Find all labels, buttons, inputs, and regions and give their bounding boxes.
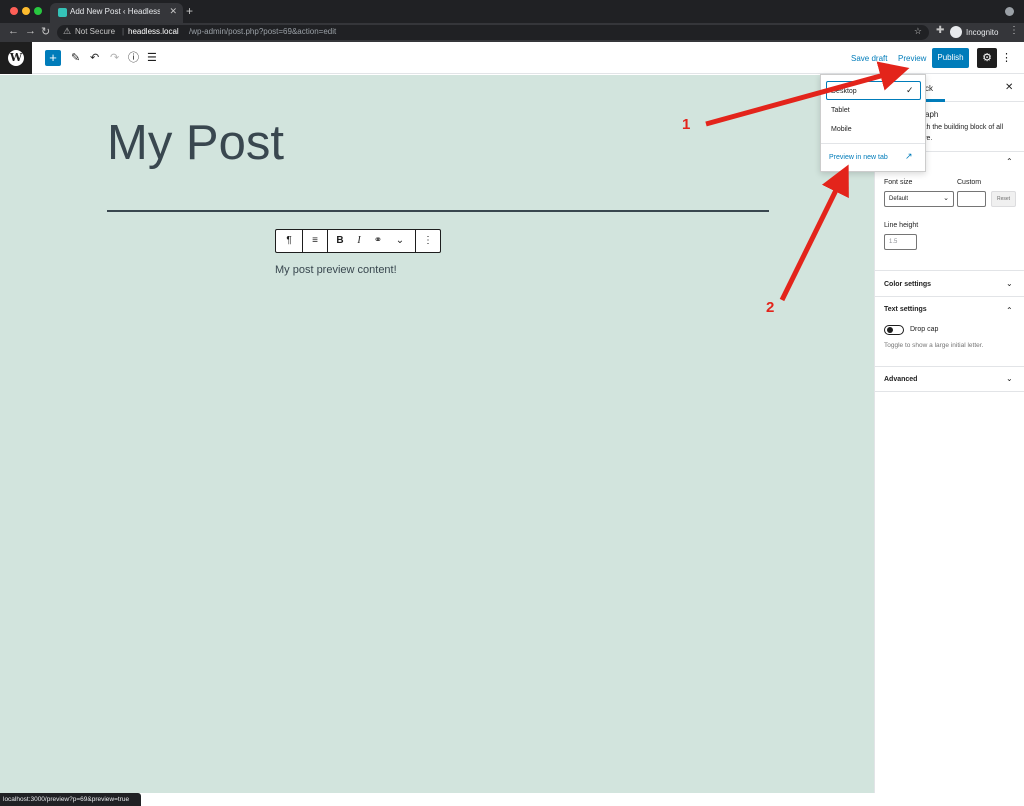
annotation-arrow-1 [705,61,910,127]
annotation-label-1: 1 [682,116,691,133]
annotation-overlay [705,61,910,302]
annotation-arrow-2 [779,164,849,302]
annotation-label-2: 2 [766,299,775,316]
